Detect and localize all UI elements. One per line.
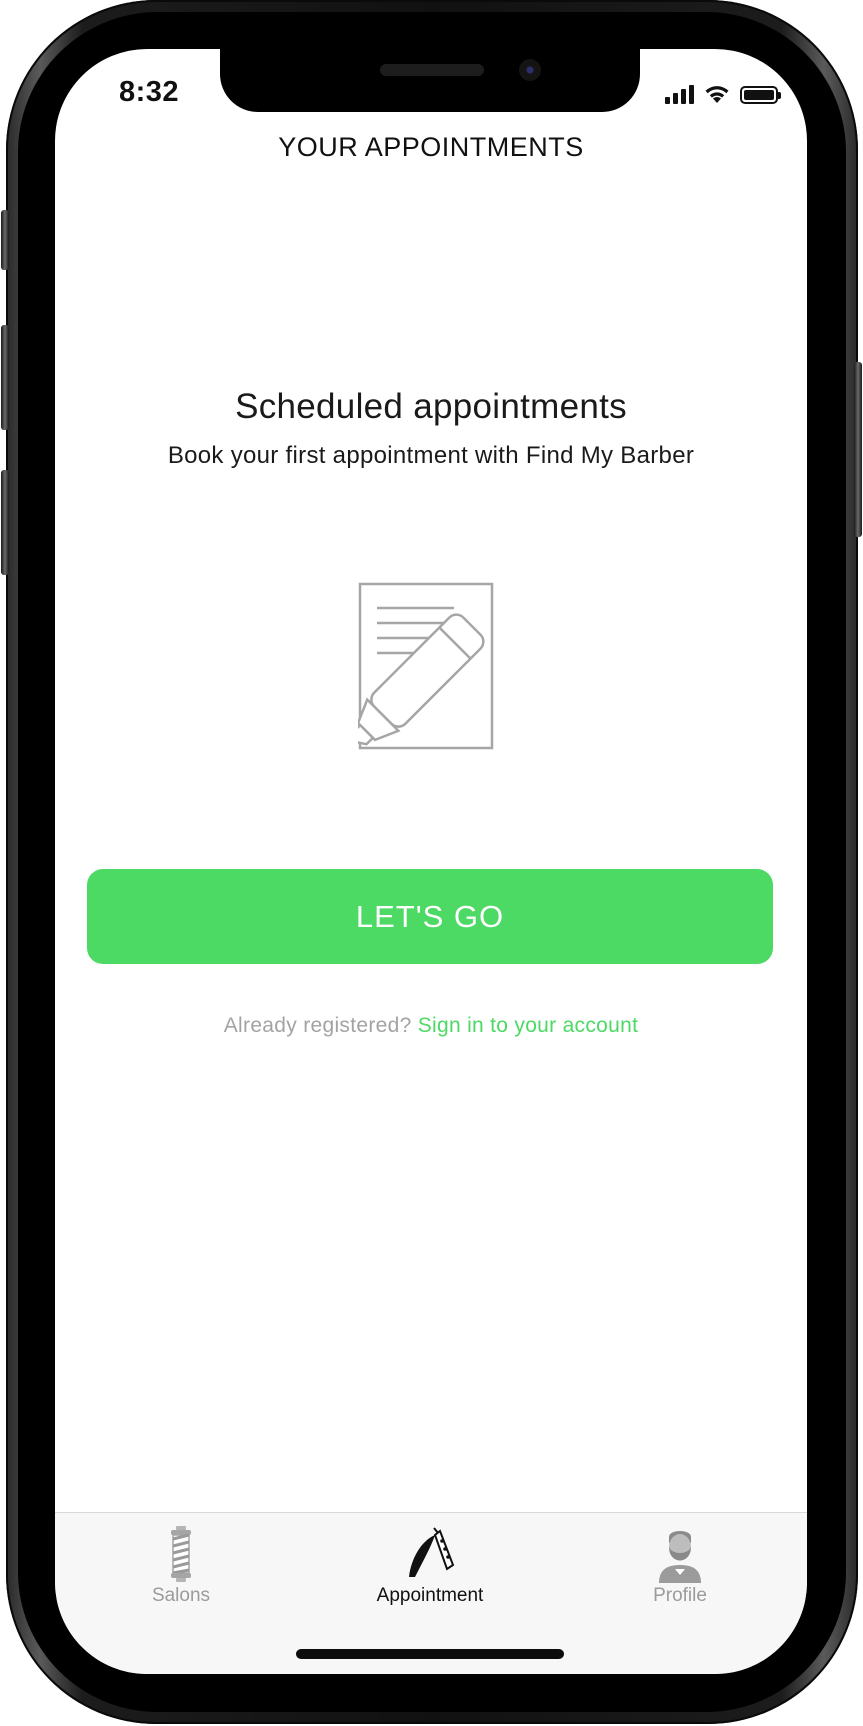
volume-up-button xyxy=(1,325,9,430)
mute-switch xyxy=(1,210,9,270)
tab-profile[interactable]: Profile xyxy=(600,1525,760,1607)
wifi-icon xyxy=(705,86,729,103)
tab-label-profile: Profile xyxy=(653,1585,707,1606)
tab-bar: Salons Appointment Profile xyxy=(55,1512,807,1674)
barber-pole-icon xyxy=(171,1526,191,1582)
volume-down-button xyxy=(1,470,9,575)
lets-go-button[interactable]: LET'S GO xyxy=(87,869,773,964)
speaker-grille xyxy=(380,64,484,76)
document-pencil-icon xyxy=(358,582,494,750)
power-button xyxy=(854,362,862,537)
straight-razor-icon xyxy=(409,1527,455,1577)
empty-state-subheading: Book your first appointment with Find My… xyxy=(167,442,695,469)
tab-label-salons: Salons xyxy=(151,1585,211,1606)
battery-icon xyxy=(740,86,781,104)
front-camera xyxy=(519,59,541,81)
app-screen: 8:32 YOUR APPOINTMENTS Scheduled appoint… xyxy=(55,49,807,1674)
signin-prompt: Already registered? Sign in to your acco… xyxy=(55,1014,807,1038)
bearded-man-icon xyxy=(659,1531,701,1583)
battery-level xyxy=(744,90,774,100)
empty-state-heading: Scheduled appointments xyxy=(235,387,627,426)
status-time: 8:32 xyxy=(119,76,180,108)
tab-appointment[interactable]: Appointment xyxy=(350,1525,510,1607)
notch xyxy=(220,49,640,112)
page-title: YOUR APPOINTMENTS xyxy=(278,132,584,162)
home-indicator[interactable] xyxy=(296,1649,564,1659)
status-icons xyxy=(665,83,781,104)
tab-salons[interactable]: Salons xyxy=(101,1525,261,1607)
signin-link[interactable]: Sign in to your account xyxy=(418,1014,639,1037)
cellular-signal-icon xyxy=(665,84,694,104)
signin-prefix: Already registered? xyxy=(223,1014,412,1037)
tab-label-appointment: Appointment xyxy=(376,1585,484,1606)
